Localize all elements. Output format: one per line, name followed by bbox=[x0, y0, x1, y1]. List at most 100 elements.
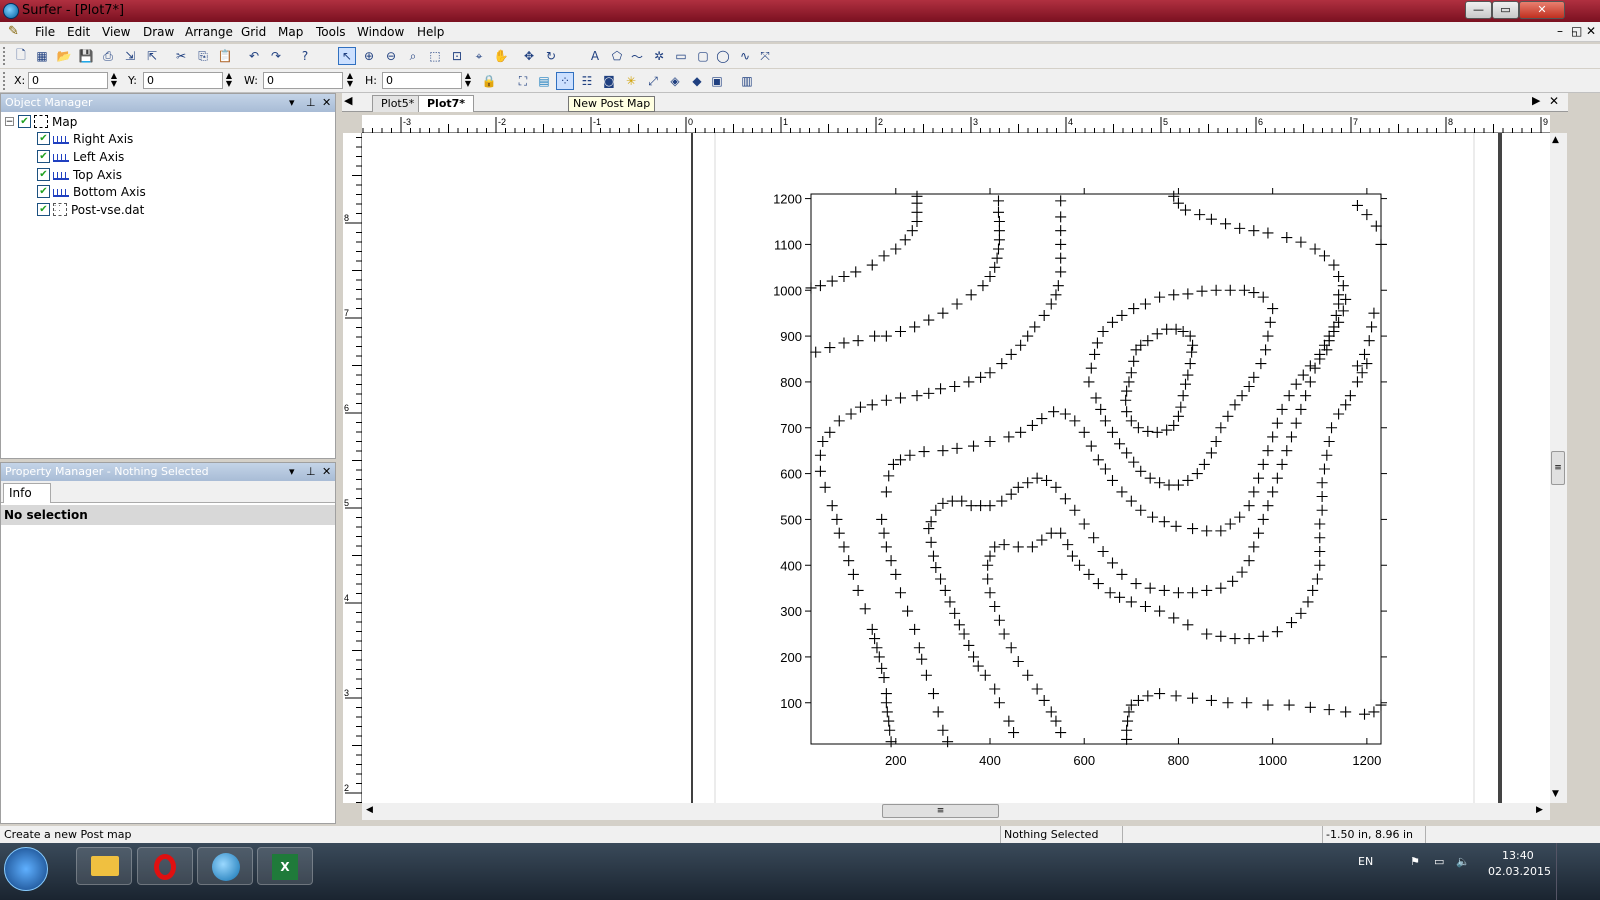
explorer-taskbar-icon[interactable] bbox=[76, 847, 132, 885]
tree-item-map[interactable]: − ✔ Map bbox=[5, 113, 77, 130]
zoom-page-icon[interactable]: ⌖ bbox=[470, 47, 488, 65]
menu-view[interactable]: View bbox=[102, 25, 130, 39]
tree-item-post-vse[interactable]: ✔ · · · · Post-vse.dat bbox=[37, 201, 144, 218]
w-spinner[interactable]: ▲ ▼ bbox=[345, 72, 355, 89]
excel-taskbar-icon[interactable]: X bbox=[257, 847, 313, 885]
volume-icon[interactable]: 🔈 bbox=[1456, 855, 1470, 868]
panel-dropdown-icon[interactable]: ▾ bbox=[289, 94, 295, 112]
panel-pin-icon[interactable]: ⊥ bbox=[306, 463, 316, 481]
horizontal-scroll-thumb[interactable]: ≡ bbox=[882, 804, 999, 818]
cut-icon[interactable]: ✂ bbox=[172, 47, 190, 65]
copy-icon[interactable]: ⎘ bbox=[194, 47, 212, 65]
save-icon[interactable]: 💾 bbox=[77, 47, 95, 65]
flag-icon[interactable]: ⚑ bbox=[1410, 855, 1420, 868]
horizontal-scrollbar[interactable]: ◀ ≡ ▶ bbox=[362, 803, 1550, 820]
checkbox[interactable]: ✔ bbox=[37, 203, 50, 216]
menu-file[interactable]: File bbox=[35, 25, 55, 39]
help-cursor-icon[interactable]: ? bbox=[296, 47, 314, 65]
panel-close-icon[interactable]: ✕ bbox=[322, 94, 331, 112]
vertical-scroll-thumb[interactable]: ≡ bbox=[1551, 451, 1565, 485]
select-arrow-icon[interactable]: ↖ bbox=[338, 47, 356, 65]
opera-taskbar-icon[interactable] bbox=[137, 847, 193, 885]
checkbox[interactable]: ✔ bbox=[37, 168, 50, 181]
language-indicator[interactable]: EN bbox=[1358, 855, 1373, 868]
menu-edit[interactable]: Edit bbox=[67, 25, 90, 39]
polygon-tool-icon[interactable]: ⬠ bbox=[608, 47, 626, 65]
tree-item-left-axis[interactable]: ✔ Left Axis bbox=[37, 148, 124, 165]
zoom-rect-icon[interactable]: ⬚ bbox=[426, 47, 444, 65]
h-spinner[interactable]: ▲ ▼ bbox=[463, 72, 473, 89]
menu-help[interactable]: Help bbox=[417, 25, 444, 39]
x-input[interactable]: 0 bbox=[28, 72, 108, 89]
checkbox[interactable]: ✔ bbox=[18, 115, 31, 128]
classed-post-map-icon[interactable]: ☷ bbox=[578, 72, 596, 90]
image-icon[interactable]: ▣ bbox=[708, 72, 726, 90]
menu-grid[interactable]: Grid bbox=[241, 25, 266, 39]
ellipse-tool-icon[interactable]: ◯ bbox=[714, 47, 732, 65]
toolbar-grip[interactable] bbox=[3, 47, 7, 65]
scroll-down-icon[interactable]: ▼ bbox=[1552, 789, 1559, 799]
variogram-icon[interactable]: ⤢ bbox=[644, 72, 662, 90]
vector-map-icon[interactable]: ✳ bbox=[622, 72, 640, 90]
tree-item-bottom-axis[interactable]: ✔ Bottom Axis bbox=[37, 183, 146, 200]
menu-window[interactable]: Window bbox=[357, 25, 404, 39]
undo-icon[interactable]: ↶ bbox=[245, 47, 263, 65]
surfer-taskbar-icon[interactable] bbox=[197, 847, 253, 885]
tab-scroll-right-icon[interactable]: ▶ bbox=[1532, 94, 1540, 107]
lock-aspect-icon[interactable]: 🔒 bbox=[480, 72, 498, 90]
plot-canvas[interactable]: 200 400 600 800 1000 1200 100 200 300 400 500 600 70… bbox=[362, 133, 1550, 803]
shaded-relief-icon[interactable]: ◙ bbox=[600, 72, 618, 90]
paste-icon[interactable]: 📋 bbox=[216, 47, 234, 65]
menu-map[interactable]: Map bbox=[278, 25, 303, 39]
new-post-map-icon[interactable]: ⁘ bbox=[556, 72, 574, 90]
tree-item-top-axis[interactable]: ✔ Top Axis bbox=[37, 166, 122, 183]
surface-map-icon[interactable]: ◈ bbox=[666, 72, 684, 90]
maximize-button[interactable]: ▭ bbox=[1492, 1, 1519, 19]
rounded-rect-tool-icon[interactable]: ▢ bbox=[694, 47, 712, 65]
polyline-tool-icon[interactable]: 〜 bbox=[628, 47, 646, 65]
y-spinner[interactable]: ▲ ▼ bbox=[224, 72, 234, 89]
open-icon[interactable]: 📂 bbox=[55, 47, 73, 65]
panel-dropdown-icon[interactable]: ▾ bbox=[289, 463, 295, 481]
mdi-restore-button[interactable]: ◱ bbox=[1571, 24, 1582, 38]
scroll-left-icon[interactable]: ◀ bbox=[366, 805, 373, 815]
redo-icon[interactable]: ↷ bbox=[267, 47, 285, 65]
menu-tools[interactable]: Tools bbox=[316, 25, 346, 39]
pan-hand-icon[interactable]: ✋ bbox=[492, 47, 510, 65]
vertical-scrollbar[interactable]: ▲ ≡ ▼ bbox=[1550, 133, 1567, 803]
panel-pin-icon[interactable]: ⊥ bbox=[306, 94, 316, 112]
rotate-icon[interactable]: ↻ bbox=[542, 47, 560, 65]
export-icon[interactable]: ⇱ bbox=[143, 47, 161, 65]
w-input[interactable]: 0 bbox=[263, 72, 343, 89]
base-map-icon[interactable]: ⛶ bbox=[514, 72, 532, 90]
mdi-close-button[interactable]: ✕ bbox=[1586, 24, 1596, 38]
zoom-in-icon[interactable]: ⊕ bbox=[360, 47, 378, 65]
symbol-tool-icon[interactable]: ✲ bbox=[650, 47, 668, 65]
tab-plot7[interactable]: Plot7* bbox=[418, 95, 475, 112]
checkbox[interactable]: ✔ bbox=[37, 132, 50, 145]
zoom-selected-icon[interactable]: ⊡ bbox=[448, 47, 466, 65]
h-input[interactable]: 0 bbox=[382, 72, 462, 89]
start-button-icon[interactable] bbox=[4, 847, 48, 891]
reshape-tool-icon[interactable]: ⤧ bbox=[756, 47, 774, 65]
import-icon[interactable]: ⇲ bbox=[121, 47, 139, 65]
new-plot-icon[interactable]: 🗋 bbox=[12, 47, 30, 65]
tab-info[interactable]: Info bbox=[3, 483, 51, 503]
close-document-icon[interactable]: ✕ bbox=[1549, 94, 1559, 108]
mdi-minimize-button[interactable]: – bbox=[1557, 24, 1563, 38]
new-worksheet-icon[interactable]: ▦ bbox=[33, 47, 51, 65]
clock-date[interactable]: 02.03.2015 bbox=[1488, 865, 1551, 878]
menu-arrange[interactable]: Arrange bbox=[185, 25, 233, 39]
toolbar-grip[interactable] bbox=[3, 72, 7, 90]
tree-item-right-axis[interactable]: ✔ Right Axis bbox=[37, 130, 133, 147]
post-map-chart[interactable]: 200 400 600 800 1000 1200 100 200 300 400 500 600 70… bbox=[362, 133, 1550, 803]
menu-draw[interactable]: Draw bbox=[143, 25, 174, 39]
image-map-icon[interactable]: ▤ bbox=[535, 72, 553, 90]
text-tool-icon[interactable]: A bbox=[586, 47, 604, 65]
trackball-icon[interactable]: ✥ bbox=[520, 47, 538, 65]
x-spinner[interactable]: ▲ ▼ bbox=[109, 72, 119, 89]
scroll-up-icon[interactable]: ▲ bbox=[1552, 135, 1559, 145]
close-window-button[interactable]: ✕ bbox=[1519, 1, 1565, 19]
y-input[interactable]: 0 bbox=[143, 72, 223, 89]
rectangle-tool-icon[interactable]: ▭ bbox=[672, 47, 690, 65]
